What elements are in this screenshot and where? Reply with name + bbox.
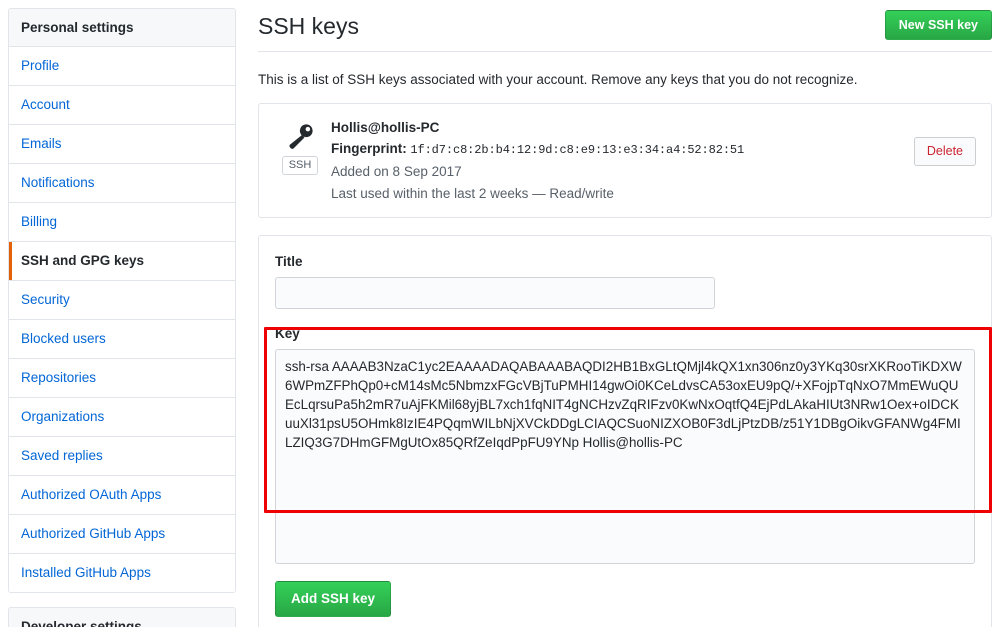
add-ssh-key-form: Title Key Add SSH key (258, 235, 992, 627)
sidebar-item-ssh-and-gpg-keys[interactable]: SSH and GPG keys (9, 242, 235, 281)
fingerprint-label: Fingerprint: (331, 141, 407, 156)
title-field-group: Title (275, 253, 975, 309)
ssh-key-row: SSH Hollis@hollis-PC Fingerprint: 1f:d7:… (258, 103, 992, 218)
sidebar-item-installed-github-apps[interactable]: Installed GitHub Apps (9, 554, 235, 592)
add-ssh-key-button[interactable]: Add SSH key (275, 581, 392, 617)
sidebar-item-repositories[interactable]: Repositories (9, 359, 235, 398)
intro-text: This is a list of SSH keys associated wi… (258, 72, 858, 87)
personal-settings-nav: Personal settings Profile Account Emails No… (8, 8, 236, 593)
personal-settings-header: Personal settings (9, 9, 235, 47)
key-label: Key (275, 326, 300, 341)
sidebar-item-saved-replies[interactable]: Saved replies (9, 437, 235, 476)
key-textarea[interactable] (275, 349, 975, 564)
ssh-badge: SSH (281, 156, 319, 175)
title-label: Title (275, 254, 303, 269)
title-input[interactable] (275, 277, 715, 309)
key-fingerprint: Fingerprint: 1f:d7:c8:2b:b4:12:9d:c8:e9:… (331, 139, 914, 160)
sidebar-item-security[interactable]: Security (9, 281, 235, 320)
sidebar-item-profile[interactable]: Profile (9, 47, 235, 86)
settings-page: Personal settings Profile Account Emails No… (0, 0, 1000, 627)
key-last-used: Last used within the last 2 weeks — Read… (331, 186, 614, 201)
key-icon (285, 122, 315, 152)
sidebar-item-emails[interactable]: Emails (9, 125, 235, 164)
new-ssh-key-button[interactable]: New SSH key (884, 10, 992, 40)
page-title: SSH keys (258, 13, 359, 39)
sidebar-item-authorized-github-apps[interactable]: Authorized GitHub Apps (9, 515, 235, 554)
key-icon-column: SSH (274, 118, 326, 175)
delete-key-button[interactable]: Delete (913, 137, 976, 166)
page-header: SSH keys New SSH key (258, 10, 992, 52)
sidebar-item-authorized-oauth-apps[interactable]: Authorized OAuth Apps (9, 476, 235, 515)
sidebar-item-blocked-users[interactable]: Blocked users (9, 320, 235, 359)
key-added-date: Added on 8 Sep 2017 (331, 164, 462, 179)
sidebar-item-organizations[interactable]: Organizations (9, 398, 235, 437)
developer-settings-nav[interactable]: Developer settings (8, 607, 236, 627)
key-field-group: Key (275, 325, 975, 564)
sidebar-item-account[interactable]: Account (9, 86, 235, 125)
developer-settings-header: Developer settings (9, 608, 235, 627)
key-title: Hollis@hollis-PC (331, 120, 440, 135)
fingerprint-value: 1f:d7:c8:2b:b4:12:9d:c8:e9:13:e3:34:a4:5… (410, 143, 745, 157)
sidebar-item-notifications[interactable]: Notifications (9, 164, 235, 203)
sidebar-item-billing[interactable]: Billing (9, 203, 235, 242)
sidebar: Personal settings Profile Account Emails No… (0, 0, 236, 627)
main-content: SSH keys New SSH key This is a list of S… (236, 0, 1000, 627)
key-details: Hollis@hollis-PC Fingerprint: 1f:d7:c8:2… (326, 118, 914, 204)
